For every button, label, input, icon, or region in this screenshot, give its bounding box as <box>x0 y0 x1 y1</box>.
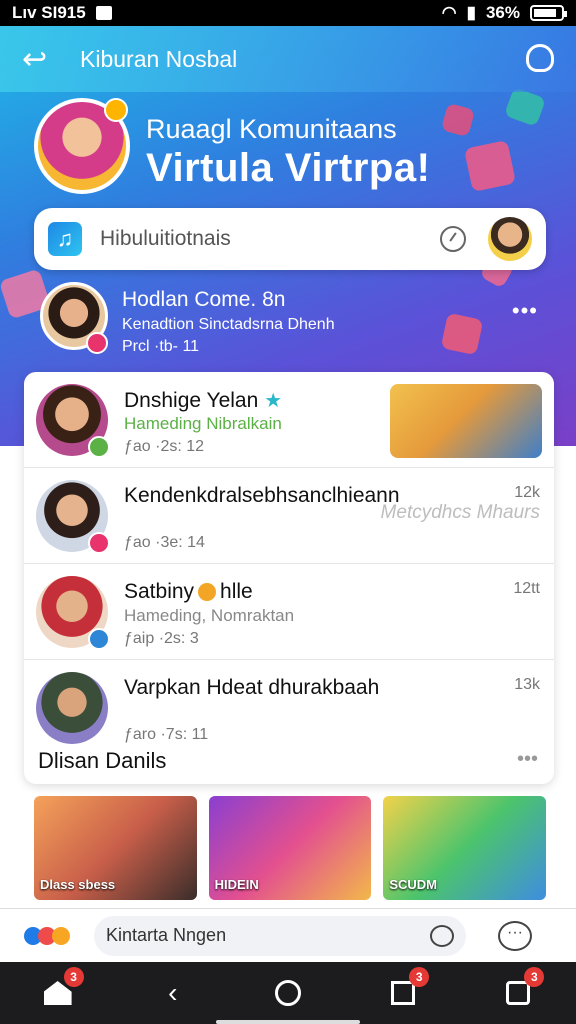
avatar <box>36 672 108 744</box>
contact-name: Varpkan Hdeat dhurakbaah <box>124 676 380 699</box>
hero-title: Ruaagl Komunitaans <box>146 114 397 144</box>
featured-title[interactable]: Hodlan Come. 8n <box>122 288 285 312</box>
live-badge-icon <box>86 332 108 354</box>
user-avatar[interactable] <box>488 217 532 261</box>
video-thumbnail[interactable] <box>390 384 542 458</box>
contact-meta: ƒao ·2s: 12 <box>124 438 205 455</box>
online-badge-icon <box>88 436 110 458</box>
emoji-icon <box>198 583 217 602</box>
contact-status: Hameding Nibralkain <box>124 414 282 433</box>
list-item[interactable]: Kendenkdralsebhsanclhieann Metcydhcs Mha… <box>24 468 554 564</box>
media-thumbnail[interactable]: SCUDM <box>383 796 547 900</box>
list-item[interactable]: Varpkan Hdeat dhurakbaah ƒaro ·7s: 11 13… <box>24 660 554 756</box>
signal-icon: ▮ <box>466 3 476 22</box>
message-input[interactable]: Kintarta Nngen <box>94 915 466 956</box>
back-button[interactable]: ‹ <box>153 973 193 1013</box>
section-more-icon[interactable]: ••• <box>517 748 538 771</box>
music-app-icon: ♫ <box>48 222 82 256</box>
contact-meta: ƒaro ·7s: 11 <box>124 726 209 743</box>
notification-icon <box>95 6 112 20</box>
battery-label: 36% <box>485 3 520 22</box>
star-icon: ★ <box>264 390 283 412</box>
live-badge-icon <box>88 532 110 554</box>
contact-meta: ƒao ·3e: 14 <box>124 534 205 551</box>
home-button[interactable]: 3 <box>38 967 84 1013</box>
more-options-icon[interactable]: ••• <box>512 298 538 324</box>
overlay-caption: Metcydhcs Mhaurs <box>380 502 540 523</box>
carrier-label: Lıv SI915 <box>12 3 86 22</box>
list-item[interactable]: Dnshige Yelan ★ Hameding Nibralkain ƒao ·… <box>24 372 554 468</box>
featured-meta: Prcl ·tb- 11 <box>122 338 200 355</box>
status-bar: Lıv SI915 ◠ ▮ 36% <box>0 0 576 26</box>
view-count: 12tt <box>513 580 540 597</box>
gesture-bar <box>216 1020 360 1024</box>
contact-status: Hameding, Nomraktan <box>124 606 295 625</box>
contact-name: Satbiny hlle <box>124 580 253 604</box>
profile-badge: 3 <box>524 967 545 987</box>
message-placeholder: Kintarta Nngen <box>106 925 227 945</box>
list-item[interactable]: Satbiny hlle Hameding, Nomraktan ƒaip ·2s… <box>24 564 554 660</box>
contact-name: Dnshige Yelan ★ <box>124 388 282 413</box>
contact-meta: ƒaip ·2s: 3 <box>124 630 199 647</box>
profile-icon[interactable] <box>526 44 554 72</box>
contact-name-suffix: hlle <box>220 580 253 603</box>
navigation-bar: 3 ‹ 3 3 <box>0 962 576 1024</box>
media-thumbnail[interactable]: Dlass sbess <box>34 796 197 900</box>
more-chat-icon[interactable]: ··· <box>498 920 532 951</box>
section-title: Dlisan Danils <box>38 748 167 773</box>
view-count: 12k <box>514 484 540 501</box>
search-input[interactable]: Hibuluitiotnais <box>100 227 440 251</box>
contact-name: Kendenkdralsebhsanclhieann <box>124 484 400 507</box>
reactions-icon[interactable] <box>24 925 74 947</box>
home-circle-button[interactable] <box>268 973 308 1013</box>
avatar-badge-icon <box>104 98 128 122</box>
contact-name-text: Satbiny <box>124 580 195 603</box>
thumbnail-label: HIDEIN <box>214 877 259 892</box>
search-bar[interactable]: ♫ Hibuluitiotnais <box>34 208 546 270</box>
top-app-bar: ↩ Kiburan Nosbal <box>0 26 576 92</box>
view-count: 13k <box>514 676 540 693</box>
thumbnail-label: SCUDM <box>389 877 438 892</box>
chat-bubble-icon[interactable] <box>430 924 454 947</box>
home-badge: 3 <box>63 967 84 987</box>
circle-icon <box>274 980 301 1006</box>
battery-icon <box>530 5 567 21</box>
check-badge-icon <box>88 628 110 650</box>
thumbnail-label: Dlass sbess <box>40 877 116 892</box>
recents-badge: 3 <box>409 967 430 987</box>
back-chevron-icon: ‹ <box>168 977 178 1008</box>
media-thumbnail[interactable]: HIDEIN <box>208 796 372 900</box>
contact-name-text: Dnshige Yelan <box>124 389 259 412</box>
profile-nav-button[interactable]: 3 <box>498 967 545 1013</box>
app-title: Kiburan Nosbal <box>80 45 238 72</box>
featured-subtitle: Kenadtion Sinctadsrna Dhenh <box>122 316 335 333</box>
compass-icon[interactable] <box>440 226 466 252</box>
hero-subtitle: Virtula Virtrpa! <box>146 146 431 190</box>
wifi-icon: ◠ <box>441 3 457 22</box>
compose-bar: Kintarta Nngen ··· <box>0 908 576 962</box>
back-arrow-icon[interactable]: ↩ <box>22 42 70 77</box>
media-strip: Dlass sbess HIDEIN SCUDM <box>34 796 547 900</box>
conversation-list: Dnshige Yelan ★ Hameding Nibralkain ƒao ·… <box>24 372 554 784</box>
recents-button[interactable]: 3 <box>383 967 430 1013</box>
